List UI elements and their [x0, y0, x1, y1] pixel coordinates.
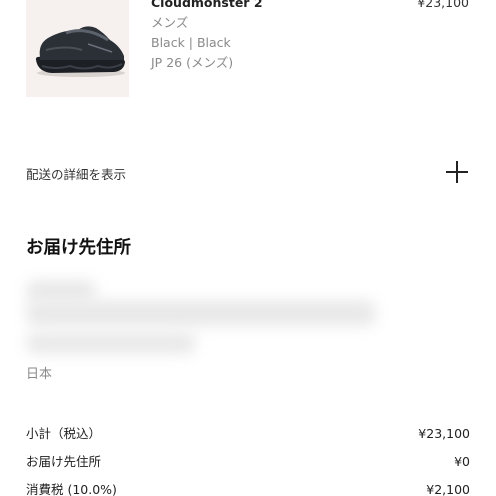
product-image [26, 0, 129, 97]
address-redacted-line-1 [26, 280, 96, 302]
product-info: Cloudmonster 2 メンズ Black | Black JP 26 (… [151, 0, 263, 73]
subtotal-label: 小計（税込） [26, 426, 102, 441]
shoe-icon [35, 26, 125, 77]
order-item: Cloudmonster 2 メンズ Black | Black JP 26 (… [0, 0, 496, 100]
product-size: JP 26 (メンズ) [151, 55, 234, 70]
address-redacted-line-3 [26, 332, 196, 354]
shipping-details-label: 配送の詳細を表示 [26, 167, 127, 182]
address-country: 日本 [26, 367, 53, 382]
tax-value: ¥2,100 [426, 482, 470, 496]
checkout-summary-page: Cloudmonster 2 メンズ Black | Black JP 26 (… [0, 0, 496, 496]
summary-row-shipping: お届け先住所 ¥0 [26, 452, 470, 472]
address-title: お届け先住所 [26, 238, 131, 258]
shipping-fee-label: お届け先住所 [26, 454, 102, 469]
summary-row-subtotal: 小計（税込） ¥23,100 [26, 424, 470, 444]
product-color: Black | Black [151, 35, 231, 50]
plus-icon[interactable] [446, 161, 468, 183]
tax-label: 消費税 (10.0%) [26, 482, 117, 496]
shipping-fee-value: ¥0 [454, 454, 470, 469]
shipping-details-toggle[interactable]: 配送の詳細を表示 [26, 160, 470, 184]
product-price: ¥23,100 [417, 0, 469, 10]
product-category: メンズ [151, 15, 189, 30]
subtotal-value: ¥23,100 [418, 426, 470, 441]
summary-row-tax: 消費税 (10.0%) ¥2,100 [26, 480, 470, 496]
address-redacted-line-2 [26, 300, 376, 326]
product-name: Cloudmonster 2 [151, 0, 263, 10]
